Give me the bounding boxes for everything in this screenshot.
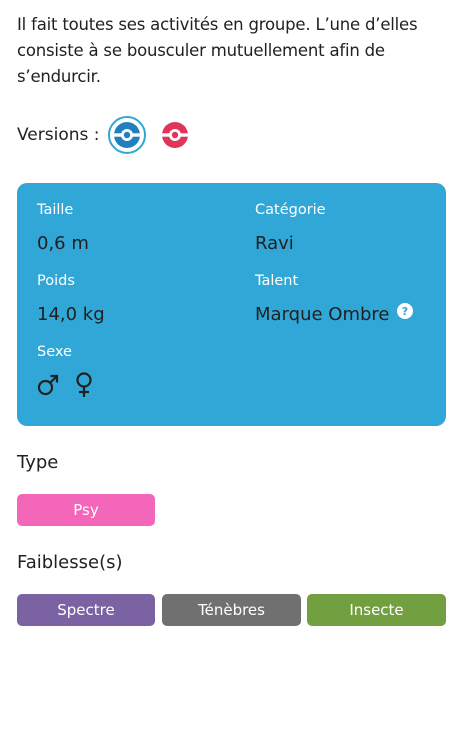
version-blue-button[interactable] [107,116,146,154]
weight-label: Poids [37,273,75,289]
weight-value: 14,0 kg [37,304,105,325]
category-label: Catégorie [255,202,326,218]
ability-label: Talent [255,273,299,289]
weakness-pill-insecte[interactable]: Insecte [307,594,446,626]
category-value: Ravi [255,233,294,254]
weakness-pill-tenebres[interactable]: Ténèbres [162,594,301,626]
gender-label: Sexe [37,344,72,360]
weakness-pill-spectre[interactable]: Spectre [17,594,155,626]
female-icon [76,372,92,397]
gender-icons [37,372,109,398]
svg-text:?: ? [402,305,408,318]
ability-row: Marque Ombre ? [255,303,414,325]
pokemon-info-card: Taille 0,6 m Poids 14,0 kg Sexe Catégori… [17,183,446,426]
versions-row: Versions : [17,116,194,154]
pokeball-red-icon [161,122,188,148]
versions-label: Versions : [17,125,100,145]
type-pill-psy[interactable]: Psy [17,494,155,526]
height-label: Taille [37,202,74,218]
ability-value[interactable]: Marque Ombre [255,304,389,325]
version-red-button[interactable] [156,116,194,154]
height-value: 0,6 m [37,233,89,254]
help-icon[interactable]: ? [397,303,414,324]
pokemon-description: Il fait toutes ses activités en groupe. … [17,15,418,86]
type-title: Type [17,452,59,473]
male-icon [37,374,59,396]
pokeball-blue-icon [113,122,140,148]
weaknesses-title: Faiblesse(s) [17,552,123,573]
